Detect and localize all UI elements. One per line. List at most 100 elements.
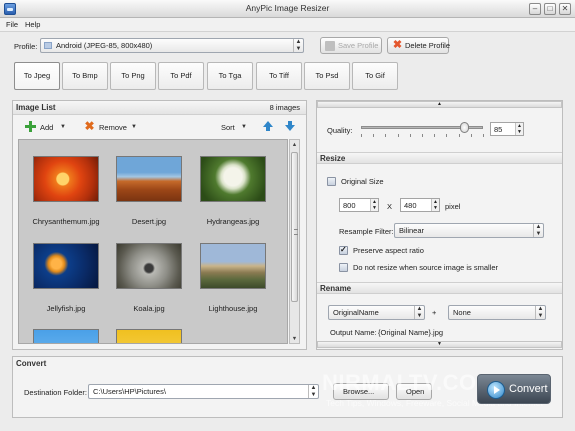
thumbnail-label: Koala.jpg	[133, 304, 165, 313]
thumbnail-chrysanthemum[interactable]	[33, 156, 99, 202]
spinner-arrows-icon[interactable]: ▲ ▼	[370, 199, 378, 211]
slider-tick	[446, 134, 448, 137]
original-size-checkbox[interactable]	[327, 177, 336, 186]
resample-filter-value: Bilinear	[399, 226, 425, 235]
slider-tick	[361, 134, 362, 137]
pixel-unit-label: pixel	[445, 202, 461, 211]
profile-icon	[44, 42, 52, 49]
output-name-label: Output Name:	[330, 328, 377, 337]
slider-tick	[422, 134, 423, 137]
spinner-arrows-icon[interactable]: ▲ ▼	[431, 199, 439, 211]
slider-tick	[458, 134, 460, 137]
output-name-value: {Original Name}.jpg	[378, 328, 444, 337]
thumbnail-label: Hydrangeas.jpg	[206, 217, 260, 226]
scroll-up-arrow-icon[interactable]: ▲	[290, 142, 299, 148]
sort-button[interactable]: Sort	[221, 123, 235, 132]
save-profile-label: Save Profile	[338, 41, 379, 50]
no-resize-smaller-label: Do not resize when source image is small…	[353, 263, 499, 272]
slider-tick	[409, 134, 411, 137]
tab-to-bmp[interactable]: To Bmp	[62, 62, 108, 90]
move-down-icon[interactable]	[285, 121, 295, 131]
resample-filter-label: Resample Filter:	[339, 227, 394, 236]
sort-dropdown-icon[interactable]: ▼	[241, 124, 247, 130]
no-resize-smaller-checkbox[interactable]	[339, 263, 348, 272]
thumbnail-tulips[interactable]	[116, 329, 182, 343]
thumbnail-koala[interactable]	[116, 243, 182, 289]
remove-button[interactable]: Remove	[99, 123, 127, 132]
resample-filter-select[interactable]: Bilinear ▲ ▼	[394, 223, 544, 238]
remove-dropdown-icon[interactable]: ▼	[131, 124, 137, 130]
thumbnail-label: Chrysanthemum.jpg	[32, 217, 100, 226]
slider-tick	[385, 134, 387, 137]
rename-suffix-value: None	[453, 308, 471, 317]
convert-title: Convert	[16, 359, 47, 368]
resize-title: Resize	[320, 154, 346, 163]
preserve-aspect-checkbox[interactable]	[339, 245, 348, 255]
thumbnail-label: Lighthouse.jpg	[208, 304, 258, 313]
thumbnail-penguins[interactable]	[33, 329, 99, 343]
scrollbar-thumb[interactable]	[291, 152, 298, 302]
app-window: AnyPic Image Resizer – □ ✕ File Help Pro…	[0, 0, 575, 431]
convert-button[interactable]: Convert	[477, 374, 551, 404]
menu-file[interactable]: File	[6, 20, 18, 29]
image-list-title: Image List	[16, 103, 56, 112]
add-dropdown-icon[interactable]: ▼	[60, 124, 66, 130]
close-button[interactable]: ✕	[559, 3, 571, 15]
original-size-label: Original Size	[341, 177, 384, 186]
spinner-arrows-icon[interactable]: ▲ ▼	[515, 123, 523, 135]
image-list-header: Image List 8 images	[13, 101, 306, 115]
width-value: 800	[343, 201, 356, 210]
move-up-icon[interactable]	[263, 121, 273, 131]
profile-label: Profile:	[14, 42, 38, 51]
collapse-bottom-bar[interactable]: ▼	[317, 341, 562, 348]
collapse-top-bar[interactable]: ▲	[317, 101, 562, 108]
tab-to-tiff[interactable]: To Tiff	[256, 62, 302, 90]
add-button[interactable]: Add	[40, 123, 53, 132]
title-bar: AnyPic Image Resizer – □ ✕	[0, 0, 575, 18]
scrollbar-grip-icon	[294, 229, 298, 235]
scroll-down-arrow-icon[interactable]: ▼	[290, 336, 299, 342]
tab-to-psd[interactable]: To Psd	[304, 62, 350, 90]
remove-icon[interactable]: ✖	[84, 120, 95, 132]
menu-help[interactable]: Help	[25, 20, 40, 29]
quality-spinner[interactable]: 85 ▲ ▼	[490, 122, 524, 136]
destination-folder-value: C:\Users\HP\Pictures\	[93, 387, 166, 396]
save-profile-button[interactable]: Save Profile	[320, 37, 382, 54]
quality-slider-thumb[interactable]	[459, 122, 469, 133]
tab-to-png[interactable]: To Png	[110, 62, 156, 90]
tab-to-jpeg[interactable]: To Jpeg	[14, 62, 60, 90]
destination-folder-input[interactable]: C:\Users\HP\Pictures\ ▲ ▼	[88, 384, 319, 399]
chevron-updown-icon: ▲ ▼	[414, 306, 424, 319]
add-icon[interactable]	[25, 121, 36, 132]
thumbnail-jellyfish[interactable]	[33, 243, 99, 289]
thumbnail-hydrangeas[interactable]	[200, 156, 266, 202]
delete-icon: ✖	[392, 39, 403, 51]
rename-title: Rename	[320, 284, 352, 293]
delete-profile-button[interactable]: ✖ Delete Profile	[387, 37, 450, 54]
slider-tick	[483, 134, 484, 137]
profile-select[interactable]: Android (JPEG-85, 800x480) ▲ ▼	[40, 38, 304, 53]
rename-name-select[interactable]: OriginalName ▲ ▼	[328, 305, 425, 320]
rename-name-value: OriginalName	[333, 308, 379, 317]
image-count: 8 images	[269, 103, 300, 112]
minimize-button[interactable]: –	[529, 3, 541, 15]
watermark-text: NIRMALTV.COM	[322, 370, 496, 395]
thumbnail-lighthouse[interactable]	[200, 243, 266, 289]
chevron-updown-icon: ▲ ▼	[533, 224, 543, 237]
tab-to-pdf[interactable]: To Pdf	[158, 62, 204, 90]
quality-value: 85	[494, 125, 503, 134]
height-spinner[interactable]: 480 ▲ ▼	[400, 198, 440, 212]
thumbnail-label: Jellyfish.jpg	[46, 304, 86, 313]
image-list-scrollbar[interactable]: ▲ ▼	[289, 139, 300, 344]
thumbnail-label: Desert.jpg	[131, 217, 167, 226]
image-grid: Chrysanthemum.jpg Desert.jpg Hydrangeas.…	[18, 139, 288, 344]
slider-tick	[397, 134, 399, 137]
thumbnail-desert[interactable]	[116, 156, 182, 202]
destination-folder-label: Destination Folder:	[24, 388, 87, 397]
convert-label: Convert	[509, 383, 548, 395]
rename-suffix-select[interactable]: None ▲ ▼	[448, 305, 546, 320]
tab-to-tga[interactable]: To Tga	[207, 62, 253, 90]
maximize-button[interactable]: □	[544, 3, 556, 15]
tab-to-gif[interactable]: To Gif	[352, 62, 398, 90]
width-spinner[interactable]: 800 ▲ ▼	[339, 198, 379, 212]
